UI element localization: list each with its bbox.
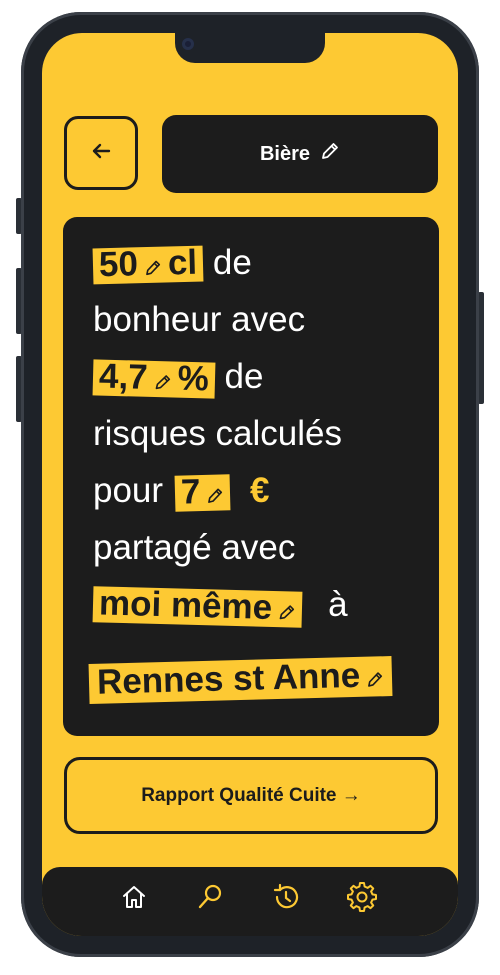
text-bonheur-avec: bonheur avec [93,300,306,339]
text-partage-avec: partagé avec [93,528,296,567]
home-icon [120,883,148,915]
line-abv: 4,7% de [92,356,264,399]
pencil-icon [153,363,172,397]
drink-summary-card: 50 cl de bonheur avec 4,7% de risques cal… [63,217,439,736]
settings-icon [347,882,377,916]
location-value: Rennes st Anne [96,655,361,702]
volume-field[interactable]: 50 cl [92,242,204,285]
text-a: à [328,585,348,624]
quality-report-label: Rapport Qualité Cuite → [141,784,361,806]
pencil-icon [320,141,340,167]
drink-type-selector[interactable]: Bière [162,115,438,193]
history-icon [271,882,301,916]
pencil-icon [278,593,297,627]
nav-history[interactable] [268,881,304,917]
nav-home[interactable] [116,881,152,917]
text-de-2: de [214,357,264,396]
abv-value: 4,7 [98,356,149,397]
pencil-icon [206,476,225,510]
volume-value: 50 [98,244,139,285]
nav-search[interactable] [192,881,228,917]
text-de-1: de [203,243,252,282]
search-icon [195,882,225,916]
app-screen: Bière 50 cl de bonheur avec 4,7% de risqu… [42,33,458,936]
line-price: pour 7 € [93,470,269,512]
text-pour: pour [93,471,164,510]
quality-report-button[interactable]: Rapport Qualité Cuite → [64,757,438,834]
back-button[interactable] [64,116,138,190]
price-value: 7 [180,471,201,512]
pencil-icon [144,248,163,282]
pencil-icon [366,660,385,694]
abv-field[interactable]: 4,7% [92,356,216,399]
price-field[interactable]: 7 [174,471,231,512]
abv-unit: % [177,358,210,399]
shared-with-value: moi même [98,583,273,627]
front-camera [182,38,194,50]
text-risques-calcules: risques calculés [93,414,342,453]
volume-unit: cl [167,242,198,283]
nav-settings[interactable] [344,881,380,917]
arrow-left-icon [91,143,111,163]
notch [175,33,325,63]
price-unit: € [250,471,270,510]
line-volume: 50 cl de [92,242,252,285]
drink-type-label: Bière [259,142,311,165]
location-field[interactable]: Rennes st Anne [88,655,393,704]
line-location: Rennes st Anne [88,656,393,704]
bottom-navigation [42,867,458,936]
line-shared-with: moi même à [92,583,348,628]
shared-with-field[interactable]: moi même [92,583,303,628]
